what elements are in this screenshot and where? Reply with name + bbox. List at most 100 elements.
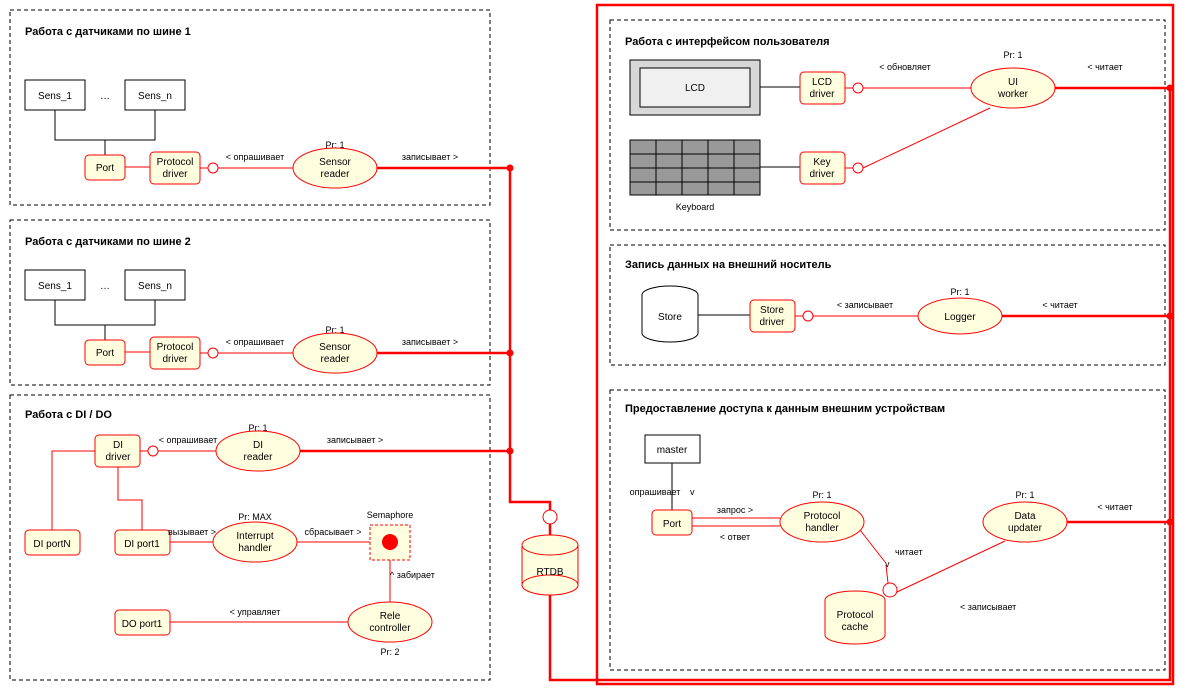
svg-text:^ забирает: ^ забирает	[390, 570, 435, 580]
svg-text:Sens_1: Sens_1	[38, 281, 72, 292]
svg-text:DI portN: DI portN	[33, 539, 70, 550]
diagram: Работа с датчиками по шине 1 Sens_1 … Se…	[0, 0, 1178, 689]
svg-text:LCD: LCD	[685, 83, 705, 94]
svg-text:reader: reader	[321, 169, 351, 180]
rtdb	[522, 535, 578, 595]
svg-text:DO port1: DO port1	[122, 619, 163, 630]
ui-worker	[971, 68, 1055, 108]
svg-text:Store: Store	[760, 305, 784, 316]
semaphore-dot-icon	[382, 534, 398, 550]
di-reader	[216, 431, 300, 471]
svg-text:Sens_1: Sens_1	[38, 91, 72, 102]
svg-text:LCD: LCD	[812, 77, 832, 88]
svg-text:driver: driver	[809, 169, 835, 180]
bus1-sensor-reader	[293, 148, 377, 188]
cache-interface-icon	[883, 583, 897, 597]
svg-text:< записывает: < записывает	[837, 300, 893, 310]
svg-text:< ответ: < ответ	[720, 532, 750, 542]
svg-text:< опрашивает: < опрашивает	[159, 435, 217, 445]
svg-text:Sensor: Sensor	[319, 157, 351, 168]
store-interface-icon	[803, 311, 813, 321]
svg-text:controller: controller	[369, 623, 411, 634]
svg-text:driver: driver	[162, 169, 188, 180]
svg-text:Pr: 1: Pr: 1	[1015, 490, 1034, 500]
data-updater	[983, 502, 1067, 542]
rtdb-interface-icon	[543, 510, 557, 524]
svg-text:driver: driver	[105, 452, 131, 463]
svg-text:< читает: < читает	[1042, 300, 1077, 310]
svg-text:reader: reader	[321, 354, 351, 365]
svg-text:Store: Store	[658, 312, 682, 323]
svg-text:handler: handler	[805, 523, 839, 534]
svg-text:Data: Data	[1014, 511, 1036, 522]
svg-text:driver: driver	[809, 89, 835, 100]
svg-text:Keyboard: Keyboard	[676, 202, 715, 212]
svg-text:Port: Port	[663, 519, 682, 530]
protocol-handler	[780, 502, 864, 542]
bus2-interface-icon	[208, 348, 218, 358]
svg-text:Pr: 1: Pr: 1	[950, 287, 969, 297]
svg-text:Sensor: Sensor	[319, 342, 351, 353]
svg-text:Protocol: Protocol	[837, 610, 874, 621]
svg-text:UI: UI	[1008, 77, 1018, 88]
dido-title: Работа с DI / DO	[25, 409, 112, 421]
rele-controller	[348, 602, 432, 642]
svg-text:Предоставление доступа к данны: Предоставление доступа к данным внешним …	[625, 403, 945, 415]
svg-text:вызывает >: вызывает >	[168, 527, 216, 537]
svg-text:Pr: 1: Pr: 1	[1003, 50, 1022, 60]
svg-text:< обновляет: < обновляет	[879, 62, 930, 72]
svg-text:Pr: 1: Pr: 1	[812, 490, 831, 500]
svg-text:записывает >: записывает >	[402, 152, 458, 162]
svg-text:опрашивает: опрашивает	[630, 487, 681, 497]
svg-text:updater: updater	[1008, 523, 1043, 534]
svg-text:Rele: Rele	[380, 611, 401, 622]
svg-text:Sens_n: Sens_n	[138, 91, 172, 102]
ui-container	[610, 20, 1165, 230]
svg-text:Logger: Logger	[944, 312, 976, 323]
bus2-title: Работа с датчиками по шине 2	[25, 236, 191, 248]
svg-text:Работа с интерфейсом пользоват: Работа с интерфейсом пользователя	[625, 36, 830, 48]
svg-text:…: …	[100, 91, 110, 102]
svg-text:< опрашивает: < опрашивает	[226, 337, 284, 347]
svg-text:сбрасывает >: сбрасывает >	[305, 527, 362, 537]
svg-text:reader: reader	[244, 452, 274, 463]
svg-text:master: master	[657, 445, 688, 456]
svg-text:Protocol: Protocol	[804, 511, 841, 522]
svg-text:handler: handler	[238, 543, 272, 554]
svg-text:< читает: < читает	[1097, 502, 1132, 512]
interrupt-handler	[213, 522, 297, 562]
svg-text:Interrupt: Interrupt	[236, 531, 273, 542]
key-interface-icon	[853, 163, 863, 173]
svg-text:< читает: < читает	[1087, 62, 1122, 72]
bus2-sensor-reader	[293, 333, 377, 373]
svg-text:Pr: 2: Pr: 2	[380, 647, 399, 657]
svg-text:v: v	[885, 559, 890, 569]
svg-text:Sens_n: Sens_n	[138, 281, 172, 292]
access-container	[610, 390, 1165, 670]
svg-text:Port: Port	[96, 348, 115, 359]
svg-text:Protocol: Protocol	[157, 342, 194, 353]
svg-text:DI: DI	[113, 440, 123, 451]
svg-text:Protocol: Protocol	[157, 157, 194, 168]
bus1-title: Работа с датчиками по шине 1	[25, 26, 191, 38]
svg-text:записывает >: записывает >	[327, 435, 383, 445]
bus1-interface-icon	[208, 163, 218, 173]
svg-text:читает: читает	[895, 547, 923, 557]
svg-text:cache: cache	[842, 622, 869, 633]
svg-text:Запись данных на внешний носит: Запись данных на внешний носитель	[625, 259, 832, 271]
svg-text:Pr: MAX: Pr: MAX	[238, 512, 272, 522]
di-driver-interface-icon	[148, 446, 158, 456]
svg-text:DI port1: DI port1	[124, 539, 160, 550]
lcd-interface-icon	[853, 83, 863, 93]
keyboard-device	[630, 140, 760, 195]
svg-text:< записывает: < записывает	[960, 602, 1016, 612]
svg-text:Semaphore: Semaphore	[367, 510, 414, 520]
svg-text:< управляет: < управляет	[230, 607, 281, 617]
svg-text:worker: worker	[997, 89, 1029, 100]
svg-text:запрос >: запрос >	[717, 505, 753, 515]
svg-text:driver: driver	[162, 354, 188, 365]
svg-text:v: v	[690, 487, 695, 497]
svg-text:…: …	[100, 281, 110, 292]
svg-text:driver: driver	[759, 317, 785, 328]
svg-text:RTDB: RTDB	[536, 567, 563, 578]
